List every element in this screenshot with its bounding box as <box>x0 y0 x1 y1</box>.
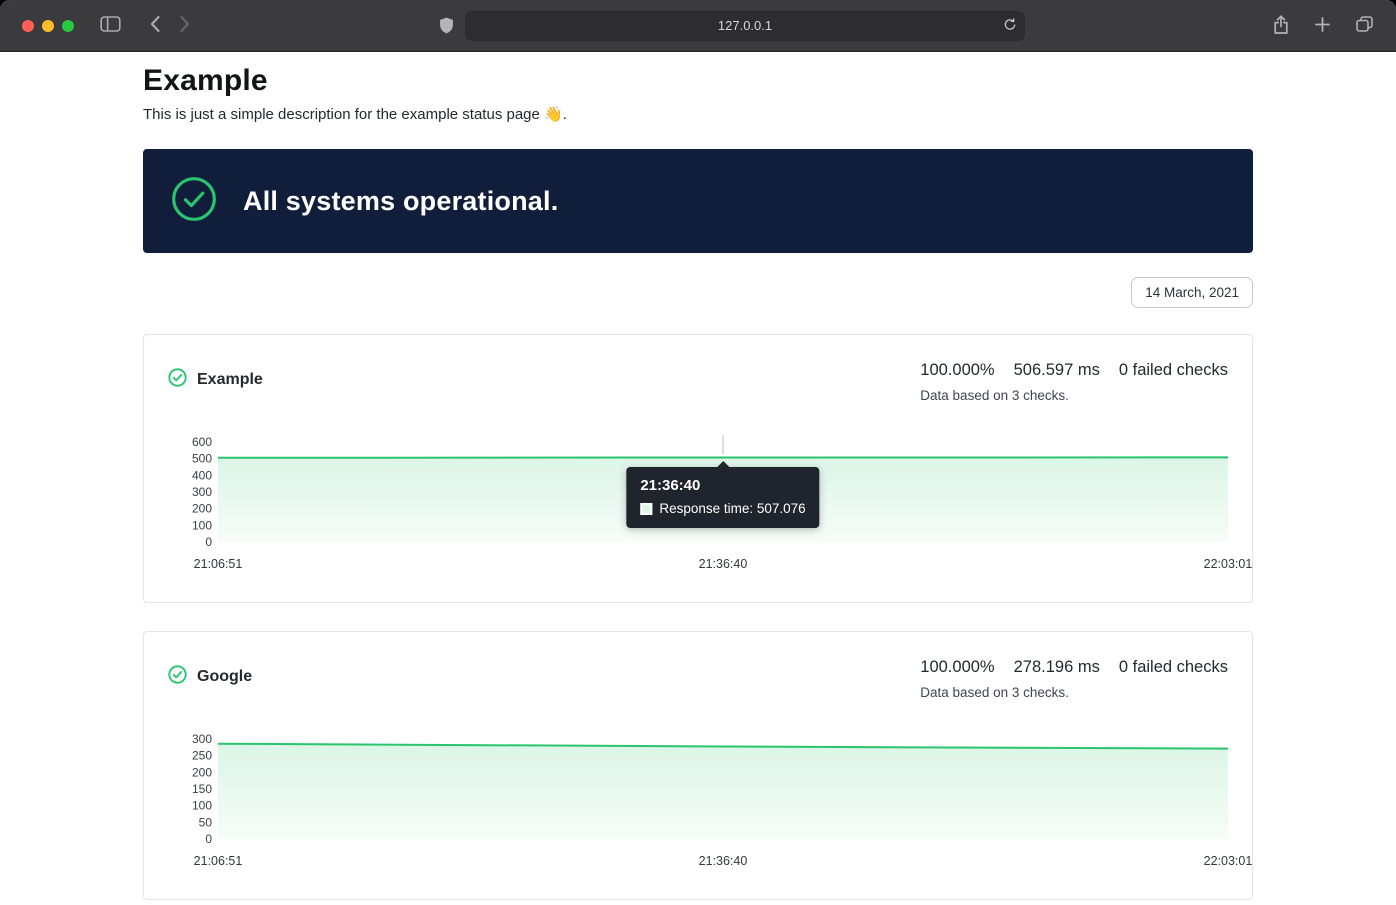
x-axis-label: 21:36:40 <box>699 853 748 869</box>
status-ok-icon <box>171 176 217 227</box>
response-time-chart-example[interactable]: 0 100 200 300 400 500 600 21:06:5121:36:4022:03… <box>168 434 1228 572</box>
monitor-header: Example 100.000% 506.597 ms 0 failed che… <box>168 359 1228 403</box>
svg-text:200: 200 <box>192 765 212 779</box>
uptime-percentage: 100.000% <box>920 359 994 381</box>
monitor-name: Example <box>197 371 263 389</box>
tooltip-time: 21:36:40 <box>640 477 805 494</box>
svg-text:250: 250 <box>192 749 212 763</box>
x-axis-label: 21:06:51 <box>194 556 243 572</box>
tab-overview-button[interactable] <box>1351 11 1378 40</box>
date-picker-button[interactable]: 14 March, 2021 <box>1131 277 1253 308</box>
svg-text:300: 300 <box>192 732 212 746</box>
x-axis-labels: 21:06:5121:36:4022:03:01 <box>218 556 1228 572</box>
svg-text:50: 50 <box>199 815 213 829</box>
url-text: 127.0.0.1 <box>718 18 772 33</box>
browser-toolbar: 127.0.0.1 <box>0 0 1396 52</box>
window-controls <box>14 20 74 32</box>
plus-icon <box>1314 16 1331 36</box>
forward-chevron-icon <box>179 15 191 36</box>
status-page: Example This is just a simple descriptio… <box>0 52 1396 905</box>
monitor-header: Google 100.000% 278.196 ms 0 failed chec… <box>168 656 1228 700</box>
sidebar-toggle-icon <box>100 15 121 36</box>
failed-checks-count: 0 failed checks <box>1119 656 1228 678</box>
avg-response-time: 278.196 ms <box>1014 656 1100 678</box>
response-time-chart-google[interactable]: 0 50 100 150 200 250 300 21:06:5121:36:4022:03:… <box>168 731 1228 869</box>
monitor-name: Google <box>197 668 252 686</box>
forward-button[interactable] <box>175 11 195 40</box>
x-axis-label: 22:03:01 <box>1204 853 1253 869</box>
svg-text:100: 100 <box>192 518 212 532</box>
tab-overview-icon <box>1355 15 1374 36</box>
status-banner: All systems operational. <box>143 149 1253 253</box>
svg-text:0: 0 <box>205 535 212 549</box>
sidebar-toggle-button[interactable] <box>96 11 125 40</box>
uptime-percentage: 100.000% <box>920 656 994 678</box>
browser-window: 127.0.0.1 <box>0 0 1396 905</box>
page-description: This is just a simple description for th… <box>143 105 1253 125</box>
new-tab-button[interactable] <box>1310 12 1335 40</box>
series-swatch-icon <box>640 503 652 515</box>
monitor-stats: 100.000% 278.196 ms 0 failed checks Data… <box>920 656 1228 700</box>
svg-text:500: 500 <box>192 452 212 466</box>
monitor-stats: 100.000% 506.597 ms 0 failed checks Data… <box>920 359 1228 403</box>
zoom-window-button[interactable] <box>62 20 74 32</box>
svg-text:600: 600 <box>192 435 212 449</box>
avg-response-time: 506.597 ms <box>1014 359 1100 381</box>
svg-text:150: 150 <box>192 782 212 796</box>
back-button[interactable] <box>145 11 165 40</box>
close-window-button[interactable] <box>22 20 34 32</box>
date-row: 14 March, 2021 <box>143 277 1253 308</box>
back-chevron-icon <box>149 15 161 36</box>
svg-text:200: 200 <box>192 502 212 516</box>
monitor-name-row: Example <box>168 368 263 392</box>
status-banner-text: All systems operational. <box>243 186 558 217</box>
chart-canvas: 0 50 100 150 200 250 300 <box>168 731 1228 847</box>
x-axis-label: 22:03:01 <box>1204 556 1253 572</box>
reload-icon <box>1003 17 1017 34</box>
x-axis-label: 21:36:40 <box>699 556 748 572</box>
address-bar[interactable]: 127.0.0.1 <box>465 11 1025 41</box>
svg-text:300: 300 <box>192 485 212 499</box>
tooltip-value: Response time: 507.076 <box>659 501 805 516</box>
minimize-window-button[interactable] <box>42 20 54 32</box>
page-title: Example <box>143 63 1253 99</box>
x-axis-label: 21:06:51 <box>194 853 243 869</box>
checks-note: Data based on 3 checks. <box>920 685 1069 700</box>
share-icon <box>1272 14 1290 38</box>
privacy-shield-icon <box>438 16 455 35</box>
monitor-card-example: Example 100.000% 506.597 ms 0 failed che… <box>143 334 1253 603</box>
svg-text:400: 400 <box>192 468 212 482</box>
monitor-card-google: Google 100.000% 278.196 ms 0 failed chec… <box>143 631 1253 900</box>
monitor-up-icon <box>168 665 187 689</box>
monitor-up-icon <box>168 368 187 392</box>
svg-text:100: 100 <box>192 799 212 813</box>
share-button[interactable] <box>1268 10 1294 42</box>
svg-text:0: 0 <box>205 832 212 846</box>
reload-button[interactable] <box>1003 17 1017 34</box>
failed-checks-count: 0 failed checks <box>1119 359 1228 381</box>
monitor-name-row: Google <box>168 665 252 689</box>
checks-note: Data based on 3 checks. <box>920 388 1069 403</box>
chart-tooltip: 21:36:40 Response time: 507.076 <box>626 467 819 528</box>
x-axis-labels: 21:06:5121:36:4022:03:01 <box>218 853 1228 869</box>
